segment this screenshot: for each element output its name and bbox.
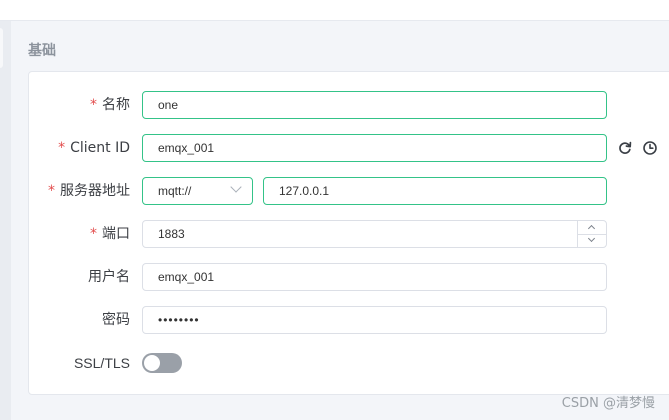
- port-label-text: 端口: [102, 226, 130, 242]
- client-id-label: * Client ID: [0, 134, 130, 162]
- client-id-label-text: Client ID: [70, 140, 130, 156]
- form-row-username: 用户名 emqx_001: [0, 263, 669, 291]
- sidebar-tab[interactable]: [0, 28, 3, 68]
- form-row-name: * 名称 one: [0, 91, 669, 119]
- protocol-select-value: mqtt://: [158, 184, 192, 198]
- protocol-select[interactable]: mqtt://: [142, 177, 253, 205]
- section-title: 基础: [28, 42, 56, 58]
- required-mark: *: [58, 140, 66, 156]
- port-input[interactable]: 1883: [142, 220, 607, 248]
- chevron-down-icon: [230, 181, 242, 193]
- host-input[interactable]: 127.0.0.1: [263, 177, 607, 205]
- username-input[interactable]: emqx_001: [142, 263, 607, 291]
- ssl-label: SSL/TLS: [73, 355, 130, 371]
- server-label: * 服务器地址: [0, 177, 130, 205]
- form-row-server: * 服务器地址 mqtt:// 127.0.0.1: [0, 177, 669, 205]
- name-label: * 名称: [0, 91, 130, 119]
- port-input-value: 1883: [158, 227, 185, 241]
- required-mark: *: [90, 226, 97, 242]
- name-label-text: 名称: [102, 97, 130, 113]
- client-id-input[interactable]: emqx_001: [142, 134, 607, 162]
- top-bar: [0, 0, 669, 21]
- toggle-knob: [144, 355, 160, 371]
- chevron-down-icon: [587, 234, 596, 243]
- password-label: 密码: [102, 312, 130, 328]
- form-row-port: * 端口 1883: [0, 220, 669, 248]
- server-label-text: 服务器地址: [60, 183, 130, 199]
- port-stepper: [577, 221, 606, 247]
- password-input[interactable]: ••••••••: [142, 306, 607, 334]
- required-mark: *: [90, 97, 97, 113]
- decrease-button[interactable]: [578, 234, 606, 247]
- form-row-password: 密码 ••••••••: [0, 306, 669, 334]
- watermark: CSDN @清梦慢: [561, 396, 655, 411]
- form-row-client-id: * Client ID emqx_001: [0, 134, 669, 162]
- ssl-toggle[interactable]: [142, 353, 182, 373]
- chevron-up-icon: [587, 224, 596, 233]
- form-row-ssl: SSL/TLS: [0, 349, 669, 377]
- clock-icon[interactable]: [642, 140, 658, 156]
- name-input[interactable]: one: [142, 91, 607, 119]
- username-label: 用户名: [88, 269, 130, 285]
- refresh-icon[interactable]: [617, 140, 633, 156]
- required-mark: *: [48, 183, 55, 199]
- increase-button[interactable]: [578, 221, 606, 235]
- port-label: * 端口: [0, 220, 130, 248]
